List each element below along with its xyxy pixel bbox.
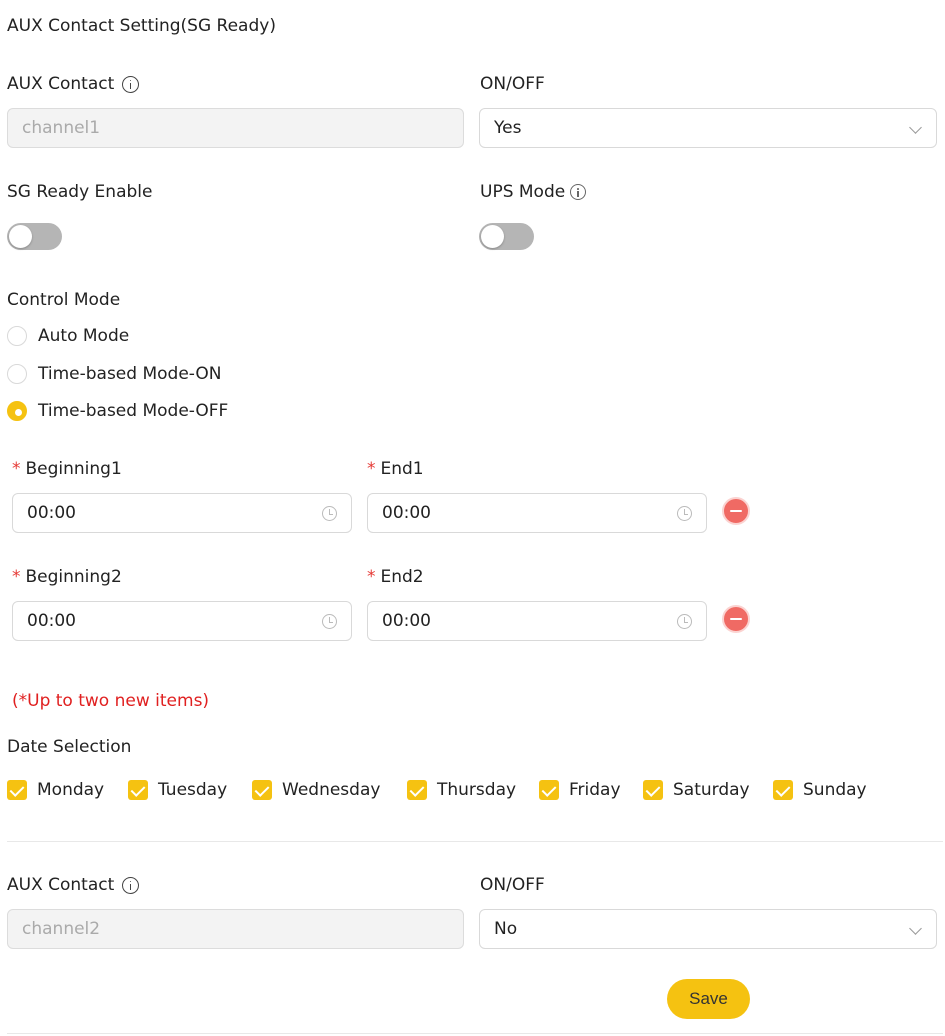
radio-label: Time-based Mode-ON <box>38 364 222 384</box>
info-icon[interactable] <box>122 75 140 93</box>
radio-time-based-off[interactable]: Time-based Mode-OFF <box>7 401 228 421</box>
checkbox-label: Sunday <box>803 780 867 800</box>
end2-label-text: End2 <box>380 567 424 587</box>
info-icon[interactable] <box>570 184 587 200</box>
end2-label: * End2 <box>367 567 424 587</box>
time-value: 00:00 <box>382 611 431 631</box>
checkbox-wednesday[interactable]: Wednesday <box>252 780 380 800</box>
checkbox-checked-icon[interactable] <box>643 780 663 800</box>
required-mark: * <box>12 459 21 479</box>
checkbox-label: Friday <box>569 780 621 800</box>
page-title: AUX Contact Setting(SG Ready) <box>7 16 276 36</box>
time-value: 00:00 <box>382 503 431 523</box>
time-value: 00:00 <box>27 503 76 523</box>
checkbox-tuesday[interactable]: Tuesday <box>128 780 227 800</box>
required-mark: * <box>367 459 376 479</box>
sg-ready-toggle[interactable] <box>7 223 62 250</box>
checkbox-monday[interactable]: Monday <box>7 780 104 800</box>
checkbox-friday[interactable]: Friday <box>539 780 621 800</box>
ups-mode-label-text: UPS Mode <box>480 182 566 202</box>
time-value: 00:00 <box>27 611 76 631</box>
checkbox-checked-icon[interactable] <box>773 780 793 800</box>
aux-contact-label-text: AUX Contact <box>7 875 115 895</box>
end1-label-text: End1 <box>380 459 424 479</box>
chevron-down-icon <box>909 922 922 935</box>
checkbox-sunday[interactable]: Sunday <box>773 780 867 800</box>
radio-circle-selected[interactable] <box>7 401 27 421</box>
onoff-select-value: Yes <box>494 118 522 138</box>
radio-label: Auto Mode <box>38 326 130 346</box>
aux-contact-label: AUX Contact <box>7 875 140 895</box>
chevron-down-icon <box>909 121 922 134</box>
beginning1-label-text: Beginning1 <box>25 459 122 479</box>
ups-mode-label: UPS Mode <box>480 182 587 202</box>
checkbox-label: Saturday <box>673 780 750 800</box>
bottom-divider <box>7 1033 943 1034</box>
beginning2-label: * Beginning2 <box>12 567 122 587</box>
end1-time-input[interactable]: 00:00 <box>367 493 707 533</box>
required-mark: * <box>367 567 376 587</box>
clock-icon <box>677 506 692 521</box>
sg-ready-label: SG Ready Enable <box>7 182 153 202</box>
beginning1-time-input[interactable]: 00:00 <box>12 493 352 533</box>
control-mode-label: Control Mode <box>7 290 121 310</box>
radio-time-based-on[interactable]: Time-based Mode-ON <box>7 364 221 384</box>
beginning1-label: * Beginning1 <box>12 459 122 479</box>
aux-contact-input: channel1 <box>7 108 464 148</box>
end1-label: * End1 <box>367 459 424 479</box>
end2-time-input[interactable]: 00:00 <box>367 601 707 641</box>
required-mark: * <box>12 567 21 587</box>
checkbox-label: Wednesday <box>282 780 381 800</box>
checkbox-label: Monday <box>37 780 105 800</box>
date-selection-label: Date Selection <box>7 737 132 757</box>
checkbox-checked-icon[interactable] <box>7 780 27 800</box>
checkbox-thursday[interactable]: Thursday <box>407 780 516 800</box>
radio-auto-mode[interactable]: Auto Mode <box>7 326 129 346</box>
radio-circle[interactable] <box>7 326 27 346</box>
aux-contact-input: channel2 <box>7 909 464 949</box>
clock-icon <box>322 506 337 521</box>
limit-note: (*Up to two new items) <box>12 691 210 711</box>
beginning2-time-input[interactable]: 00:00 <box>12 601 352 641</box>
clock-icon <box>322 614 337 629</box>
radio-circle[interactable] <box>7 364 27 384</box>
toggle-knob <box>481 225 504 248</box>
checkbox-label: Thursday <box>437 780 517 800</box>
radio-label: Time-based Mode-OFF <box>38 401 229 421</box>
ups-mode-toggle[interactable] <box>479 223 534 250</box>
checkbox-checked-icon[interactable] <box>128 780 148 800</box>
remove-period-1-button[interactable] <box>722 497 750 525</box>
onoff-select[interactable]: Yes <box>479 108 937 148</box>
checkbox-label: Tuesday <box>158 780 228 800</box>
checkbox-checked-icon[interactable] <box>252 780 272 800</box>
beginning2-label-text: Beginning2 <box>25 567 122 587</box>
aux-contact-label-text: AUX Contact <box>7 74 115 94</box>
aux-contact-label: AUX Contact <box>7 74 140 94</box>
section-divider <box>7 841 943 842</box>
checkbox-saturday[interactable]: Saturday <box>643 780 750 800</box>
checkbox-checked-icon[interactable] <box>407 780 427 800</box>
onoff-select-value: No <box>494 919 518 939</box>
onoff-label: ON/OFF <box>480 875 545 895</box>
checkbox-checked-icon[interactable] <box>539 780 559 800</box>
toggle-knob <box>9 225 32 248</box>
clock-icon <box>677 614 692 629</box>
onoff-label: ON/OFF <box>480 74 545 94</box>
onoff-select[interactable]: No <box>479 909 937 949</box>
remove-period-2-button[interactable] <box>722 605 750 633</box>
save-button[interactable]: Save <box>667 979 750 1019</box>
info-icon[interactable] <box>122 876 140 894</box>
